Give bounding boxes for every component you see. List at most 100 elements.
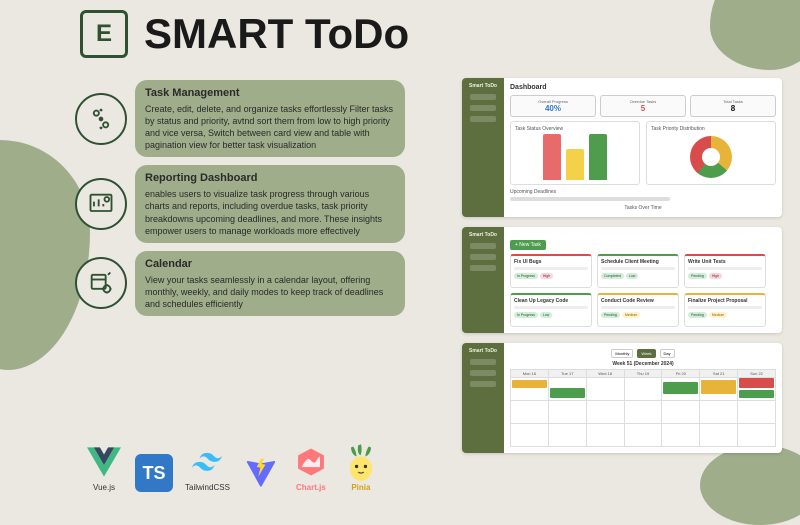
feature-desc: Create, edit, delete, and organize tasks… — [145, 103, 395, 152]
mock-stats-row: Overall Progress40%Overdue Tasks5Total T… — [510, 95, 776, 117]
status-pill: Pending — [688, 273, 707, 279]
mock-task-card: Clean Up Legacy CodeIn ProgressLow — [510, 293, 592, 327]
typescript-icon: TS — [135, 454, 173, 492]
calendar-cell — [587, 424, 624, 446]
tailwind-icon — [188, 443, 226, 481]
mock-card-line — [514, 306, 588, 309]
decor-blob-top-right — [710, 0, 800, 70]
mock-nav-item — [470, 381, 496, 387]
priority-pill: Medium — [622, 312, 640, 318]
mock-card-line — [688, 267, 762, 270]
app-logo-icon — [80, 10, 128, 58]
mock-pie-chart: Task Priority Distribution — [646, 121, 776, 185]
mock-stat-value: 40% — [545, 104, 561, 113]
mock-stat-card: Total Tasks8 — [690, 95, 776, 117]
priority-pill: Medium — [709, 312, 727, 318]
mock-nav-item — [470, 254, 496, 260]
calendar-day-header: Mon 16 — [511, 370, 548, 377]
calendar-cell — [549, 378, 586, 400]
calendar-gear-icon — [75, 257, 127, 309]
mock-placeholder-line — [510, 197, 670, 201]
mock-stat-card: Overdue Tasks5 — [600, 95, 686, 117]
mock-sidebar: Smart ToDo — [462, 227, 504, 333]
status-pill: Pending — [688, 312, 707, 318]
mock-subhead: Upcoming Deadlines — [510, 189, 776, 195]
dashboard-icon — [75, 178, 127, 230]
mock-card-title: Conduct Code Review — [601, 298, 675, 304]
pinia-icon — [342, 443, 380, 481]
header: SMART ToDo — [80, 10, 409, 58]
calendar-view-tab: Day — [660, 349, 675, 358]
app-title: SMART ToDo — [144, 10, 409, 58]
calendar-event — [701, 380, 736, 394]
tech-label: TailwindCSS — [185, 483, 230, 492]
mock-card-line — [601, 306, 675, 309]
decor-blob-bottom-right — [700, 445, 800, 525]
status-pill: Pending — [601, 312, 620, 318]
bar — [543, 134, 561, 180]
calendar-day-header: Fri 20 — [662, 370, 699, 377]
mock-nav-item — [470, 359, 496, 365]
mock-stat-value: 8 — [731, 104, 735, 113]
bar — [566, 149, 584, 180]
calendar-cell — [738, 424, 775, 446]
mock-nav-item — [470, 265, 496, 271]
chartjs-icon — [292, 443, 330, 481]
calendar-day-header: Thu 19 — [625, 370, 662, 377]
calendar-cell — [625, 424, 662, 446]
tech-stack: Vue.js TS TailwindCSS Chart.js Pinia — [85, 443, 380, 492]
bar — [589, 134, 607, 180]
calendar-cell — [700, 424, 737, 446]
calendar-event — [512, 380, 547, 388]
donut-icon — [690, 136, 732, 178]
mock-nav-item — [470, 243, 496, 249]
calendar-event — [550, 388, 585, 398]
mock-stat-value: 5 — [641, 104, 645, 113]
tech-label: Vue.js — [93, 483, 115, 492]
vue-icon — [85, 443, 123, 481]
mock-brand: Smart ToDo — [469, 83, 497, 89]
calendar-cell — [700, 378, 737, 400]
tech-pinia: Pinia — [342, 443, 380, 492]
calendar-cell — [587, 401, 624, 423]
mock-card-title: Schedule Client Meeting — [601, 259, 675, 265]
mock-card-line — [601, 267, 675, 270]
feature-desc: View your tasks seamlessly in a calendar… — [145, 274, 395, 310]
calendar-day-header: Sun 22 — [738, 370, 775, 377]
tech-label: Pinia — [351, 483, 370, 492]
calendar-event — [739, 390, 774, 398]
mockup-calendar: Smart ToDo MonthlyWeekDay Week 51 (Decem… — [462, 343, 782, 453]
screenshot-mockups: Smart ToDo Dashboard Overall Progress40%… — [462, 78, 782, 453]
priority-pill: Low — [540, 312, 552, 318]
tech-vue: Vue.js — [85, 443, 123, 492]
mock-sidebar: Smart ToDo — [462, 343, 504, 453]
feature-task-management: Task Management Create, edit, delete, an… — [75, 80, 405, 157]
mock-new-task-button: + New Task — [510, 240, 546, 250]
mock-brand: Smart ToDo — [469, 348, 497, 354]
feature-reporting: Reporting Dashboard enables users to vis… — [75, 165, 405, 242]
priority-pill: High — [709, 273, 722, 279]
calendar-cell — [549, 401, 586, 423]
mock-chart-title: Task Priority Distribution — [651, 126, 771, 132]
tech-vite — [242, 454, 280, 492]
feature-desc: enables users to visualize task progress… — [145, 188, 395, 237]
status-pill: In Progress — [514, 273, 538, 279]
priority-pill: High — [540, 273, 553, 279]
feature-calendar: Calendar View your tasks seamlessly in a… — [75, 251, 405, 316]
calendar-cell — [662, 424, 699, 446]
calendar-cell — [587, 378, 624, 400]
calendar-cell — [738, 378, 775, 400]
mock-task-card: Write Unit TestsPendingHigh — [684, 254, 766, 288]
calendar-title: Week 51 (December 2024) — [510, 361, 776, 367]
vite-icon — [242, 454, 280, 492]
tech-label: Chart.js — [296, 483, 326, 492]
calendar-cell — [662, 401, 699, 423]
calendar-day-header: Wed 18 — [587, 370, 624, 377]
mockup-task-board: Smart ToDo + New Task Fix UI BugsIn Prog… — [462, 227, 782, 333]
mock-chart-title: Task Status Overview — [515, 126, 635, 132]
mock-sidebar: Smart ToDo — [462, 78, 504, 217]
status-pill: Completed — [601, 273, 624, 279]
calendar-cell — [700, 401, 737, 423]
status-pill: In Progress — [514, 312, 538, 318]
mock-footer-chart-title: Tasks Over Time — [510, 205, 776, 211]
